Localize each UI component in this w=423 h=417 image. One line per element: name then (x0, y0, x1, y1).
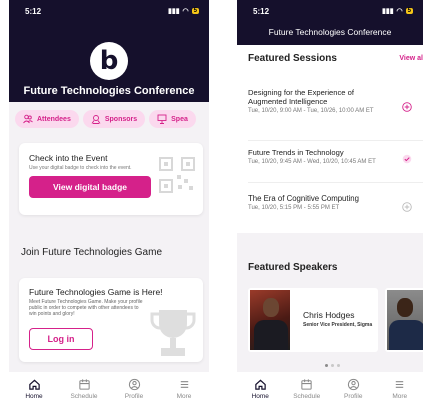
quick-links: Attendees Sponsors Spea (15, 110, 196, 128)
featured-sessions-panel: Featured Sessions View al Designing for … (237, 45, 423, 233)
battery-icon: 5 (191, 8, 199, 14)
checkin-title: Check into the Event (29, 153, 108, 163)
session-item[interactable]: The Era of Cognitive Computing Tue, 10/2… (248, 194, 414, 212)
chip-label: Sponsors (104, 115, 138, 123)
chip-label: Attendees (37, 115, 71, 123)
signal-icon: ▮▮▮ (167, 8, 180, 15)
speaker-card[interactable]: Chris Hodges Senior Vice President, Sigm… (248, 288, 378, 352)
menu-icon (396, 381, 404, 388)
speakers-icon (157, 114, 167, 124)
tab-schedule[interactable]: Schedule (64, 378, 104, 417)
tab-label: Home (251, 393, 269, 400)
session-time: Tue, 10/20, 5:15 PM - 5:55 PM ET (248, 205, 340, 211)
tab-label: Profile (124, 393, 144, 400)
view-all-link[interactable]: View al (399, 55, 423, 62)
tab-label: More (392, 393, 408, 400)
calendar-icon (301, 379, 312, 390)
tab-label: More (176, 393, 192, 400)
sponsors-icon (91, 115, 101, 124)
carousel-dot[interactable] (325, 364, 328, 367)
divider (248, 182, 423, 183)
status-icons: ▮▮▮ ◠ 5 (168, 7, 199, 15)
tab-schedule[interactable]: Schedule (287, 378, 327, 417)
tab-more[interactable]: More (380, 378, 420, 417)
game-description: Meet Future Technologies Game. Make your… (29, 299, 143, 317)
status-icons: ▮▮▮ ◠ 5 (382, 7, 413, 15)
conference-logo: b (90, 42, 128, 80)
speaker-card[interactable] (385, 288, 423, 352)
profile-icon (347, 378, 359, 391)
game-section-title: Join Future Technologies Game (21, 247, 163, 258)
phone-screen-scrolled: 5:12 ▮▮▮ ◠ 5 Future Technologies Confere… (237, 0, 423, 417)
header-banner: 5:12 ▮▮▮ ◠ 5 b (9, 0, 209, 84)
trophy-icon (150, 310, 196, 356)
session-title: Designing for the Experience of Augmente… (248, 88, 354, 106)
tab-profile[interactable]: Profile (114, 378, 154, 417)
tab-label: Home (25, 393, 43, 400)
speaker-photo (250, 290, 290, 350)
session-title: Future Trends in Technology (248, 148, 344, 157)
view-badge-button[interactable]: View digital badge (29, 176, 151, 198)
speaker-name: Chris Hodges (303, 310, 355, 320)
tab-bar: Home Schedule Profile More (237, 372, 423, 417)
session-title: The Era of Cognitive Computing (248, 194, 359, 203)
profile-icon (128, 378, 140, 391)
attendees-icon (23, 114, 33, 124)
divider (248, 140, 423, 141)
wifi-icon: ◠ (182, 8, 189, 15)
home-icon (28, 379, 40, 390)
chip-speakers[interactable]: Spea (149, 110, 196, 128)
conference-title: Future Technologies Conference (268, 27, 392, 37)
chip-attendees[interactable]: Attendees (15, 110, 79, 128)
checkin-subtitle: Use your digital badge to check into the… (29, 165, 132, 171)
header-bar: 5:12 ▮▮▮ ◠ 5 Future Technologies Confere… (237, 0, 423, 45)
carousel-dot[interactable] (331, 364, 334, 367)
featured-speakers-panel: Featured Speakers Chris Hodges Senior Vi… (237, 243, 423, 375)
chip-label: Spea (171, 115, 188, 123)
speakers-title: Featured Speakers (248, 262, 338, 273)
tab-bar: Home Schedule Profile More (9, 372, 209, 417)
added-check-icon[interactable] (402, 154, 412, 164)
qr-code-icon (159, 157, 195, 193)
tab-home[interactable]: Home (14, 378, 54, 417)
add-to-schedule-icon[interactable] (402, 102, 412, 112)
login-button[interactable]: Log in (29, 328, 93, 350)
tab-home[interactable]: Home (240, 378, 280, 417)
status-bar: 5:12 ▮▮▮ ◠ 5 (9, 0, 209, 22)
home-icon (255, 379, 266, 390)
game-title: Future Technologies Game is Here! (29, 287, 163, 297)
phone-screen-home: 5:12 ▮▮▮ ◠ 5 b Future Technologies Confe… (9, 0, 209, 417)
battery-icon: 5 (405, 8, 413, 14)
speaker-role: Senior Vice President, Sigma (303, 322, 373, 328)
session-item[interactable]: Designing for the Experience of Augmente… (248, 88, 414, 115)
wifi-icon: ◠ (396, 8, 403, 15)
sessions-title: Featured Sessions (248, 53, 337, 64)
status-time: 5:12 (253, 6, 270, 16)
session-time: Tue, 10/20, 9:00 AM - Tue, 10/26, 10:00 … (248, 108, 374, 114)
status-time: 5:12 (25, 6, 42, 16)
session-item[interactable]: Future Trends in Technology Tue, 10/20, … (248, 148, 414, 166)
logo-glyph: b (99, 46, 119, 76)
menu-icon (180, 381, 188, 388)
calendar-icon (78, 379, 90, 390)
add-to-schedule-icon[interactable] (402, 202, 412, 212)
chip-sponsors[interactable]: Sponsors (82, 110, 146, 128)
status-bar: 5:12 ▮▮▮ ◠ 5 (237, 0, 423, 22)
signal-icon: ▮▮▮ (381, 8, 394, 15)
carousel-dot[interactable] (337, 364, 340, 367)
game-card: Future Technologies Game is Here! Meet F… (19, 278, 203, 362)
tab-profile[interactable]: Profile (333, 378, 373, 417)
checkin-card: Check into the Event Use your digital ba… (19, 143, 203, 215)
carousel-dots (325, 364, 340, 367)
session-time: Tue, 10/20, 9:45 AM - Wed, 10/20, 10:45 … (248, 159, 376, 165)
tab-label: Schedule (70, 393, 98, 400)
tab-label: Schedule (293, 393, 321, 400)
speaker-photo (387, 290, 423, 350)
tab-label: Profile (344, 393, 363, 400)
tab-more[interactable]: More (164, 378, 204, 417)
conference-title: Future Technologies Conference (9, 84, 209, 102)
